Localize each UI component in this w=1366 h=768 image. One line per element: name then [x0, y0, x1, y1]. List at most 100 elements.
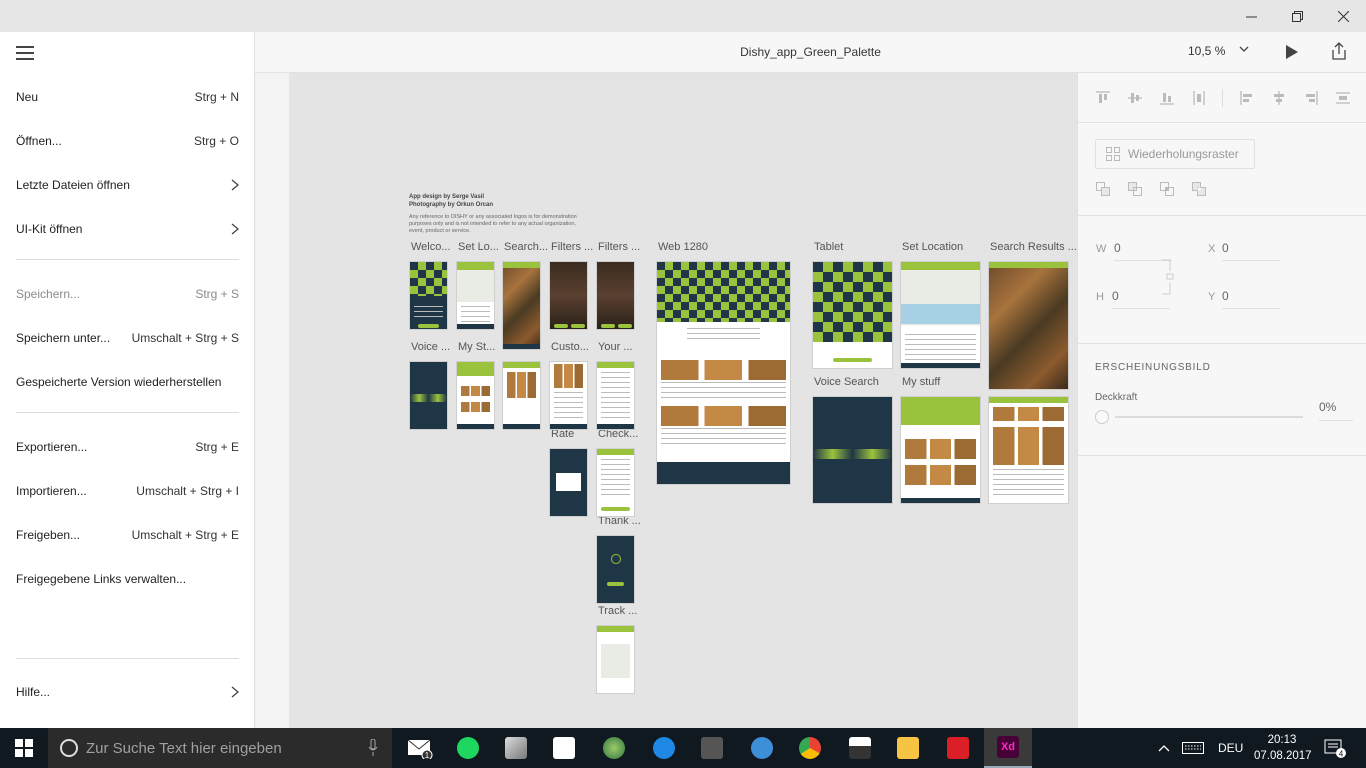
- tray-chevron[interactable]: [1158, 728, 1170, 768]
- exclude-overlap-icon[interactable]: [1192, 182, 1206, 196]
- artboard-my-stuff[interactable]: [456, 361, 495, 430]
- artboard-thank-you[interactable]: [596, 535, 635, 604]
- artboard-tablet[interactable]: [812, 261, 893, 369]
- menu-item-revert[interactable]: Gespeicherte Version wiederherstellen: [16, 372, 239, 392]
- taskbar-edge[interactable]: [640, 728, 688, 768]
- artboard-tablet-details[interactable]: [988, 396, 1069, 504]
- share-icon[interactable]: [1330, 42, 1348, 60]
- zoom-level[interactable]: 10,5 %: [1188, 44, 1225, 58]
- artboard-web-1280[interactable]: [656, 261, 791, 485]
- menu-item-save[interactable]: Speichern... Strg + S: [16, 284, 239, 304]
- opacity-slider[interactable]: [1115, 416, 1303, 418]
- artboard-label[interactable]: Filters ...: [551, 241, 593, 253]
- menu-item-open-ui-kit[interactable]: UI-Kit öffnen: [16, 219, 239, 239]
- artboard-voice[interactable]: [409, 361, 448, 430]
- artboard-label[interactable]: Set Location: [902, 241, 963, 253]
- language-indicator[interactable]: DEU: [1218, 728, 1243, 768]
- subtract-icon[interactable]: [1128, 182, 1142, 196]
- tray-keyboard[interactable]: [1182, 728, 1204, 768]
- hamburger-menu-icon[interactable]: [16, 46, 34, 60]
- artboard-set-location[interactable]: [456, 261, 495, 330]
- lock-aspect-icon[interactable]: [1162, 259, 1174, 295]
- artboard-label[interactable]: My St...: [458, 341, 495, 353]
- taskbar-photos[interactable]: [836, 728, 884, 768]
- artboard-label[interactable]: Voice ...: [411, 341, 450, 353]
- taskbar-app[interactable]: [492, 728, 540, 768]
- menu-item-save-as[interactable]: Speichern unter... Umschalt + Strg + S: [16, 328, 239, 348]
- artboard-filters-1[interactable]: [549, 261, 588, 330]
- align-bottom-icon[interactable]: [1160, 91, 1174, 105]
- distribute-horizontal-icon[interactable]: [1336, 91, 1350, 105]
- menu-item-new[interactable]: Neu Strg + N: [16, 87, 239, 107]
- artboard-track-order[interactable]: [596, 625, 635, 694]
- y-field[interactable]: 0: [1222, 289, 1280, 309]
- taskbar-creative-cloud[interactable]: [934, 728, 982, 768]
- artboard-filters-2[interactable]: [596, 261, 635, 330]
- artboard-label[interactable]: Search Results ...: [990, 241, 1077, 253]
- menu-item-export[interactable]: Exportieren... Strg + E: [16, 437, 239, 457]
- intersect-icon[interactable]: [1160, 182, 1174, 196]
- distribute-vertical-icon[interactable]: [1192, 91, 1206, 105]
- artboard-thumbnail: [410, 262, 447, 296]
- artboard-label[interactable]: Set Lo...: [458, 241, 499, 253]
- repeat-grid-button[interactable]: Wiederholungsraster: [1095, 139, 1255, 169]
- taskbar-spotify[interactable]: [444, 728, 492, 768]
- play-icon[interactable]: [1285, 44, 1299, 60]
- artboard-tablet-search-results[interactable]: [988, 261, 1069, 390]
- artboard-checkout[interactable]: [596, 448, 635, 517]
- add-icon[interactable]: [1096, 182, 1110, 196]
- minimize-button[interactable]: [1228, 0, 1274, 32]
- chevron-down-icon[interactable]: [1239, 44, 1249, 54]
- taskbar-explorer[interactable]: [884, 728, 932, 768]
- artboard-label[interactable]: Voice Search: [814, 376, 879, 388]
- menu-item-open[interactable]: Öffnen... Strg + O: [16, 131, 239, 151]
- artboard-label[interactable]: Your ...: [598, 341, 632, 353]
- artboard-tablet-my-stuff[interactable]: [900, 396, 981, 504]
- opacity-slider-handle[interactable]: [1095, 410, 1109, 424]
- artboard-label[interactable]: Search...: [504, 241, 548, 253]
- menu-item-manage-links[interactable]: Freigegebene Links verwalten...: [16, 569, 239, 589]
- taskbar-cat[interactable]: [688, 728, 736, 768]
- artboard-tablet-voice-search[interactable]: [812, 396, 893, 504]
- artboard-welcome[interactable]: [409, 261, 448, 330]
- width-field[interactable]: 0: [1114, 241, 1172, 261]
- artboard-customize[interactable]: [549, 361, 588, 430]
- start-button[interactable]: [0, 728, 48, 768]
- artboard-search-2[interactable]: [502, 361, 541, 430]
- menu-item-help[interactable]: Hilfe...: [16, 682, 239, 702]
- artboard-your-order[interactable]: [596, 361, 635, 430]
- artboard-label[interactable]: Filters ...: [598, 241, 640, 253]
- microphone-icon[interactable]: [368, 739, 378, 757]
- restore-button[interactable]: [1274, 0, 1320, 32]
- notification-center[interactable]: 4: [1324, 728, 1346, 768]
- align-left-icon[interactable]: [1240, 91, 1254, 105]
- align-center-icon[interactable]: [1272, 91, 1286, 105]
- taskbar-mail[interactable]: 1: [396, 728, 444, 768]
- menu-item-import[interactable]: Importieren... Umschalt + Strg + I: [16, 481, 239, 501]
- artboard-label[interactable]: Welco...: [411, 241, 451, 253]
- artboard-search[interactable]: [502, 261, 541, 350]
- menu-item-share[interactable]: Freigeben... Umschalt + Strg + E: [16, 525, 239, 545]
- artboard-label[interactable]: Custo...: [551, 341, 589, 353]
- taskbar-adobe-xd[interactable]: Xd: [984, 728, 1032, 768]
- artboard-label[interactable]: Web 1280: [658, 241, 708, 253]
- taskbar-store[interactable]: [540, 728, 588, 768]
- taskbar-search[interactable]: Zur Suche Text hier eingeben: [48, 728, 392, 768]
- close-button[interactable]: [1320, 0, 1366, 32]
- taskbar-thunderbird[interactable]: [738, 728, 786, 768]
- align-right-icon[interactable]: [1304, 91, 1318, 105]
- artboard-label[interactable]: Tablet: [814, 241, 843, 253]
- taskbar-clock[interactable]: 20:13 07.08.2017: [1254, 732, 1312, 764]
- artboard-rate[interactable]: [549, 448, 588, 517]
- toolbar-divider: [1222, 89, 1223, 107]
- align-top-icon[interactable]: [1096, 91, 1110, 105]
- opacity-field[interactable]: 0%: [1319, 400, 1353, 421]
- taskbar-globe[interactable]: [590, 728, 638, 768]
- artboard-label[interactable]: My stuff: [902, 376, 940, 388]
- artboard-label[interactable]: Track ...: [598, 605, 637, 617]
- taskbar-chrome[interactable]: [786, 728, 834, 768]
- x-field[interactable]: 0: [1222, 241, 1280, 261]
- align-middle-icon[interactable]: [1128, 91, 1142, 105]
- menu-item-recent-files[interactable]: Letzte Dateien öffnen: [16, 175, 239, 195]
- artboard-tablet-set-location[interactable]: [900, 261, 981, 369]
